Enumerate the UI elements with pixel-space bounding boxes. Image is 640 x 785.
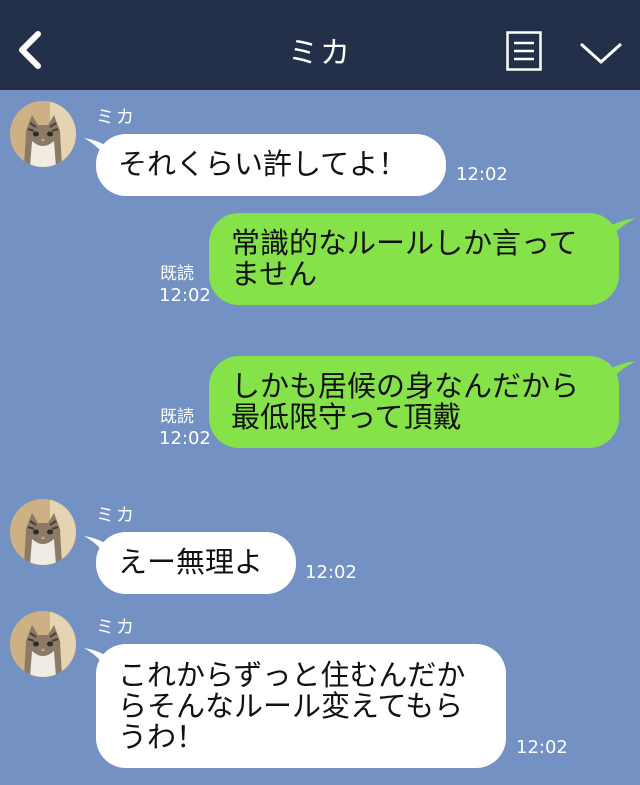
message-time: 12:02 xyxy=(456,164,508,185)
cat-photo-icon xyxy=(10,611,76,677)
sender-name: ミカ xyxy=(96,107,136,128)
read-receipt: 既読 xyxy=(160,407,194,427)
avatar[interactable] xyxy=(10,611,76,677)
chat-header: ミカ xyxy=(0,0,640,90)
message-text: しかも居候の身なんだから 最低限守って頂戴 xyxy=(231,369,580,434)
message-text: 常識的なルールしか言って ません xyxy=(231,226,578,291)
sender-name: ミカ xyxy=(96,505,136,526)
message-bubble[interactable]: えー無理よ xyxy=(96,532,296,594)
sender-name: ミカ xyxy=(96,617,136,638)
message-text: これからずっと住むんだか らそんなルール変えてもら うわ！ xyxy=(118,658,466,754)
avatar[interactable] xyxy=(10,101,76,167)
message-text: えー無理よ xyxy=(118,545,264,579)
message-time: 12:02 xyxy=(516,737,568,758)
menu-icon[interactable] xyxy=(506,31,542,71)
read-receipt: 既読 xyxy=(160,264,194,284)
message-time: 12:02 xyxy=(159,285,211,306)
message-bubble[interactable]: しかも居候の身なんだから 最低限守って頂戴 xyxy=(209,356,619,448)
message-time: 12:02 xyxy=(305,562,357,583)
message-bubble[interactable]: それくらい許してよ！ xyxy=(96,134,446,196)
chat-title: ミカ xyxy=(288,36,352,71)
cat-photo-icon xyxy=(10,101,76,167)
message-bubble[interactable]: これからずっと住むんだか らそんなルール変えてもら うわ！ xyxy=(96,644,506,768)
avatar[interactable] xyxy=(10,499,76,565)
chevron-down-icon[interactable] xyxy=(578,38,624,68)
message-bubble[interactable]: 常識的なルールしか言って ません xyxy=(209,213,619,305)
cat-photo-icon xyxy=(10,499,76,565)
message-text: それくらい許してよ！ xyxy=(118,147,408,181)
message-time: 12:02 xyxy=(159,428,211,449)
